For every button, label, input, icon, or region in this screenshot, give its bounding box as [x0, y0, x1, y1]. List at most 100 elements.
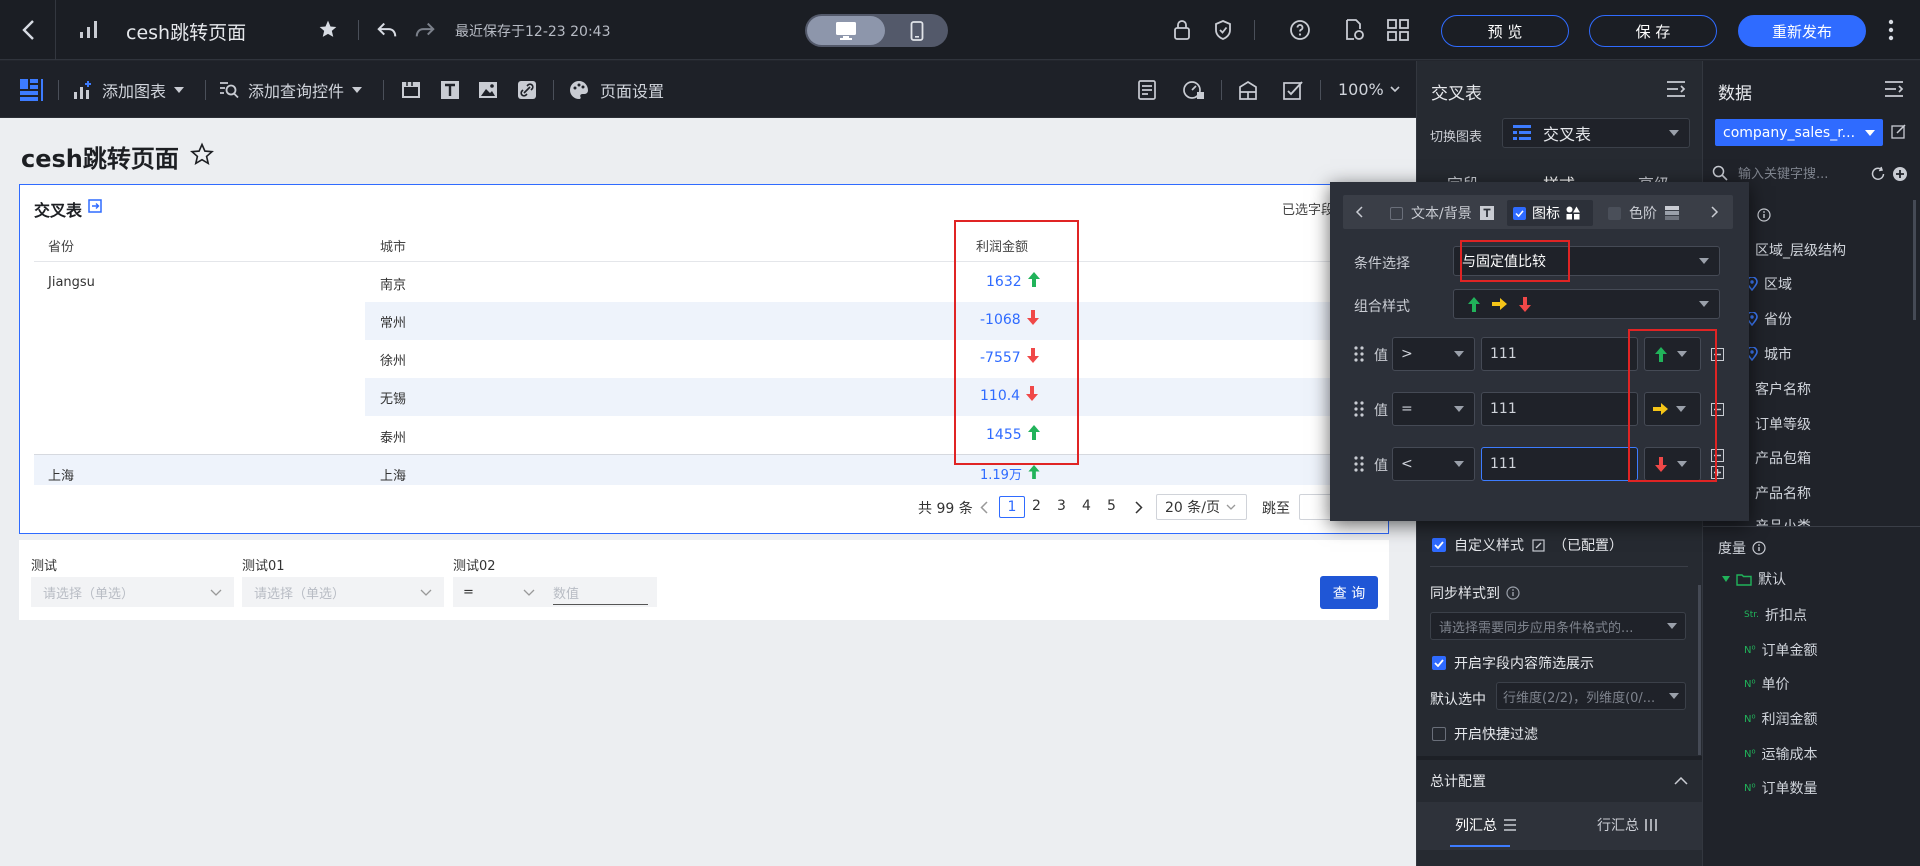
style-panel-title: 交叉表 [1431, 84, 1482, 104]
zoom-select[interactable]: 100% [1338, 80, 1400, 99]
add-chart-button[interactable]: 添加图表 [72, 78, 185, 102]
desktop-view-button[interactable] [807, 16, 885, 45]
tab-scroll-left-icon[interactable] [1355, 206, 1363, 218]
preview-button[interactable]: 预 览 [1441, 15, 1569, 47]
default-selected-select[interactable]: 行维度(2/2)，列维度(0/... [1496, 682, 1686, 710]
dimension-item[interactable]: 区域_层级结构 [1755, 240, 1846, 260]
add-query-control-button[interactable]: 添加查询控件 [218, 78, 363, 102]
component-library-icon[interactable] [18, 77, 44, 103]
color-scale-checkbox[interactable] [1608, 206, 1621, 220]
dimension-item[interactable]: 城市 [1746, 344, 1792, 364]
rule-operator-select[interactable]: = [1392, 392, 1475, 426]
building-icon[interactable] [1237, 79, 1259, 101]
publish-button[interactable]: 重新发布 [1738, 15, 1866, 47]
query-operator-select[interactable]: = [453, 577, 545, 607]
monitor-icon[interactable] [1182, 79, 1206, 101]
add-field-icon[interactable] [1892, 166, 1908, 182]
sync-style-select[interactable]: 请选择需要同步应用条件格式的... [1430, 612, 1686, 640]
lock-icon[interactable] [1172, 19, 1192, 41]
favorite-star-icon[interactable] [190, 142, 214, 166]
cell-city: 徐州 [380, 354, 407, 369]
more-vertical-icon[interactable] [1887, 18, 1895, 42]
star-icon[interactable] [318, 19, 338, 39]
shield-icon[interactable] [1213, 19, 1233, 41]
icon-set-checkbox[interactable] [1513, 206, 1526, 220]
query-select-2[interactable]: 请选择（单选） [242, 577, 444, 607]
report-icon[interactable] [1136, 79, 1158, 101]
measure-item[interactable]: N⁰ 运输成本 [1744, 744, 1818, 764]
dimension-item[interactable]: 省份 [1746, 309, 1792, 329]
page-5-button[interactable]: 5 [1107, 498, 1116, 514]
measure-folder[interactable]: 默认 [1722, 569, 1786, 589]
data-panel-collapse-icon[interactable] [1884, 80, 1904, 98]
query-select-1[interactable]: 请选择（单选） [31, 577, 234, 607]
dimension-item[interactable]: 区域 [1746, 274, 1792, 294]
text-bg-checkbox[interactable] [1390, 206, 1403, 220]
top-bar: cesh跳转页面 最近保存于12-23 20:43 预 览 保 存 重新发布 [0, 0, 1920, 60]
text-component-icon[interactable] [439, 79, 461, 101]
help-icon[interactable] [1289, 19, 1311, 41]
redo-icon[interactable] [414, 19, 436, 41]
measure-item[interactable]: N⁰ 单价 [1744, 674, 1790, 694]
jump-link-icon[interactable] [88, 199, 102, 213]
quick-filter-row[interactable]: 开启快捷过滤 [1432, 724, 1538, 744]
measure-item[interactable]: Str. 折扣点 [1744, 605, 1807, 625]
measure-item[interactable]: N⁰ 利润金额 [1744, 709, 1818, 729]
popup-tab-icon-set[interactable]: 图标 [1507, 200, 1593, 226]
field-search[interactable]: 输入关键字搜... [1712, 163, 1828, 182]
dimension-item[interactable]: 产品名称 [1755, 483, 1811, 503]
prev-page-icon[interactable] [980, 501, 988, 514]
dimension-item[interactable]: 产品小类 [1755, 516, 1811, 526]
page-2-button[interactable]: 2 [1032, 498, 1041, 514]
panel-scrollbar[interactable] [1698, 585, 1701, 755]
chart-type-select[interactable]: 交叉表 [1502, 118, 1690, 148]
dimension-item[interactable]: 客户名称 [1755, 379, 1811, 399]
dataset-select[interactable]: company_sales_r... [1715, 119, 1883, 146]
query-number-input[interactable]: 数值 [545, 577, 657, 607]
cube-icon[interactable] [1386, 17, 1410, 43]
checklist-icon[interactable] [1282, 79, 1304, 101]
custom-style-checkbox[interactable] [1432, 538, 1446, 552]
quick-filter-checkbox[interactable] [1432, 727, 1446, 741]
combo-style-select[interactable] [1453, 289, 1720, 319]
measure-item[interactable]: N⁰ 订单金额 [1744, 640, 1818, 660]
image-component-icon[interactable] [477, 79, 499, 101]
next-page-icon[interactable] [1135, 501, 1143, 514]
section-divider [1430, 566, 1688, 567]
page-1-button[interactable]: 1 [999, 496, 1025, 518]
dimension-item[interactable]: 订单等级 [1755, 414, 1811, 434]
query-button[interactable]: 查 询 [1320, 576, 1378, 609]
doc-settings-icon[interactable] [1343, 18, 1365, 42]
edit-dataset-icon[interactable] [1891, 123, 1907, 139]
popup-tab-color-scale[interactable]: 色阶 [1608, 203, 1679, 223]
rule-operator-select[interactable]: > [1392, 337, 1475, 371]
save-button[interactable]: 保 存 [1589, 15, 1717, 47]
row-total-tab[interactable]: 行汇总 [1597, 815, 1657, 835]
rule-value-input[interactable]: 111 [1481, 447, 1638, 481]
panel-collapse-icon[interactable] [1666, 80, 1686, 98]
dimension-scrollbar[interactable] [1913, 200, 1916, 320]
page-3-button[interactable]: 3 [1057, 498, 1066, 514]
custom-style-row[interactable]: 自定义样式 （已配置） [1432, 535, 1623, 555]
filter-display-row[interactable]: 开启字段内容筛选展示 [1432, 653, 1594, 673]
col-total-tab[interactable]: 列汇总 [1455, 815, 1517, 835]
page-settings-button[interactable]: 页面设置 [568, 78, 664, 102]
back-icon[interactable] [18, 18, 40, 42]
tab-scroll-right-icon[interactable] [1711, 206, 1719, 218]
page-size-select[interactable]: 20 条/页 [1156, 494, 1247, 520]
link-component-icon[interactable] [516, 79, 538, 101]
rule-operator: = [1401, 401, 1413, 417]
rule-value-input[interactable]: 111 [1481, 392, 1638, 426]
refresh-icon[interactable] [1870, 166, 1886, 182]
mobile-view-button[interactable] [895, 18, 939, 43]
rule-operator-select[interactable]: < [1392, 447, 1475, 481]
measure-item[interactable]: N⁰ 订单数量 [1744, 778, 1818, 798]
popup-tab-text-bg[interactable]: 文本/背景 [1390, 203, 1494, 223]
filter-display-checkbox[interactable] [1432, 656, 1446, 670]
page-4-button[interactable]: 4 [1082, 498, 1091, 514]
undo-icon[interactable] [376, 19, 398, 41]
rule-value-input[interactable]: 111 [1481, 337, 1638, 371]
dimension-item[interactable]: 产品包箱 [1755, 448, 1811, 468]
total-config-header[interactable]: 总计配置 [1430, 771, 1688, 791]
tab-container-icon[interactable] [400, 79, 422, 101]
